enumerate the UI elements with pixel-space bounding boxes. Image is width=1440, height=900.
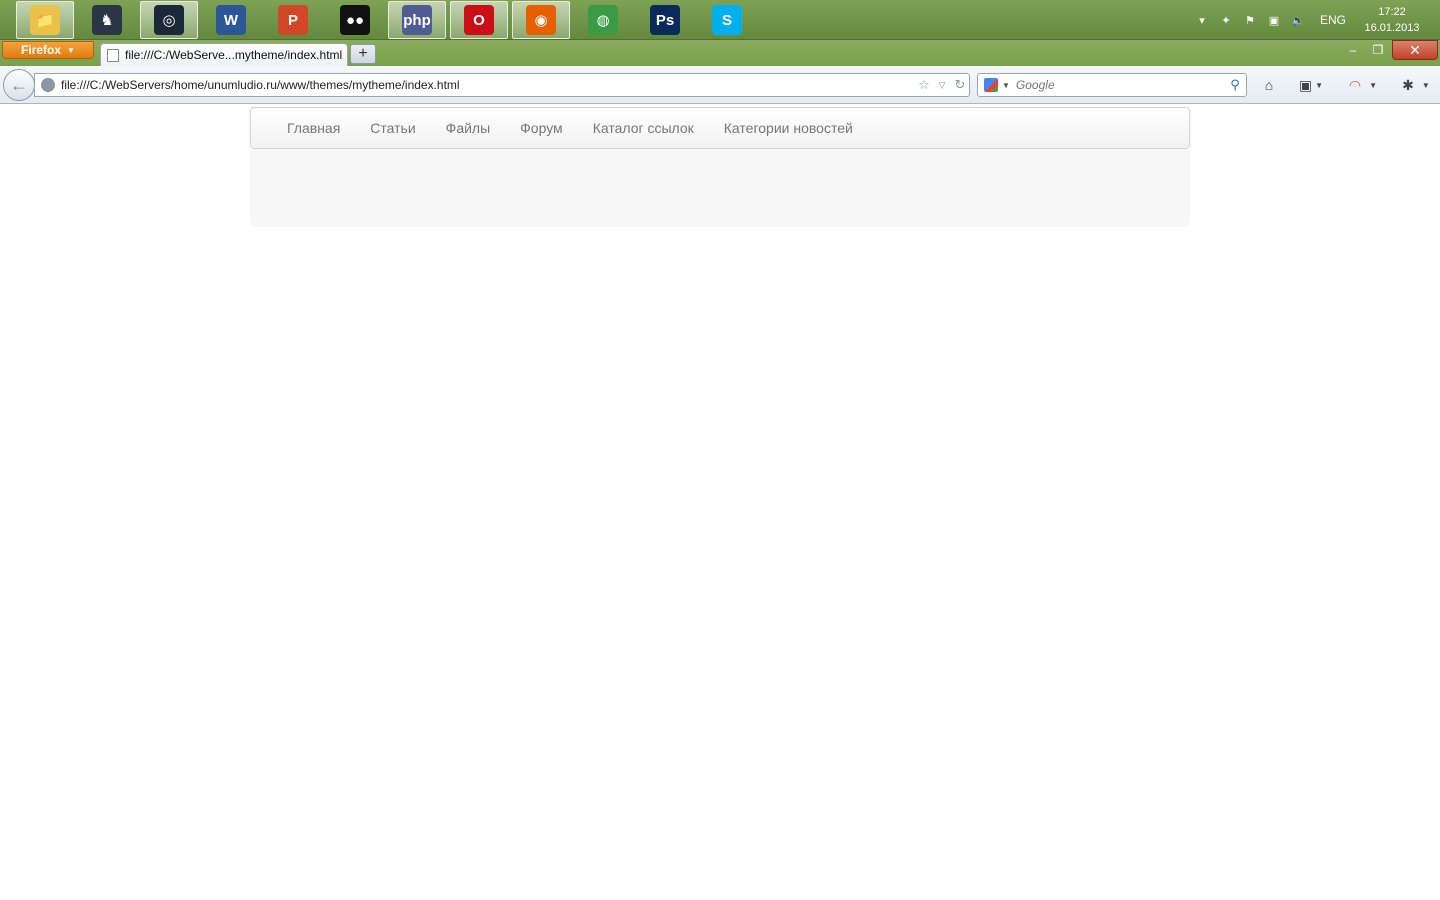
network-icon[interactable]: ▣	[1262, 10, 1286, 30]
clock-date: 16.01.2013	[1364, 22, 1420, 34]
reload-icon[interactable]: ↻	[951, 77, 969, 93]
hero-unit	[250, 149, 1190, 227]
google-search-engine-icon[interactable]	[984, 78, 998, 92]
taskbar-app-photoshop[interactable]: Ps	[636, 1, 694, 39]
photoshop-icon: Ps	[650, 5, 680, 35]
url-text[interactable]: file:///C:/WebServers/home/unumludio.ru/…	[61, 78, 915, 92]
taskbar-app-steam[interactable]: ◎	[140, 1, 198, 39]
bookmarks-menu-button[interactable]: ▣ ▼	[1294, 75, 1328, 95]
back-button[interactable]: ←	[3, 69, 35, 101]
site-nav-link-2[interactable]: Файлы	[431, 108, 505, 148]
close-button[interactable]: ✕	[1392, 40, 1438, 60]
addon-bug-button[interactable]: ✱ ▼	[1396, 75, 1436, 95]
chevron-down-icon: ▼	[67, 45, 75, 55]
taskbar-app-opera[interactable]: O	[450, 1, 508, 39]
firefox-menu-label: Firefox	[21, 43, 62, 57]
taskbar-app-php[interactable]: php	[388, 1, 446, 39]
search-input[interactable]	[1015, 78, 1224, 92]
taskbar-app-counter-strike[interactable]: ♞	[78, 1, 136, 39]
chevron-down-icon: ▼	[1315, 80, 1324, 90]
taskbar-app-word[interactable]: W	[202, 1, 260, 39]
theme-addon-button[interactable]: ◠ ▼	[1340, 75, 1386, 95]
taskbar-app-powerpoint[interactable]: P	[264, 1, 322, 39]
site-navbar: Главная Статьи Файлы Форум Каталог ссылок Кат…	[250, 107, 1190, 149]
language-indicator[interactable]: ENG	[1320, 13, 1346, 27]
taskbar-app-chrome[interactable]: ◍	[574, 1, 632, 39]
tab-strip: Firefox ▼ file:///C:/WebServe...mytheme/…	[0, 40, 1440, 66]
taskbar-app-explorer[interactable]: 📁	[16, 1, 74, 39]
action-center-icon[interactable]: ⚑	[1238, 10, 1262, 30]
page-favicon-icon	[107, 48, 119, 62]
clock-time: 17:22	[1378, 6, 1406, 18]
restore-button[interactable]: ❐	[1366, 40, 1390, 60]
search-bar[interactable]: ▼ ⚲	[977, 73, 1247, 97]
tab-title: file:///C:/WebServe...mytheme/index.html	[125, 48, 343, 62]
navigation-toolbar: file:///C:/WebServers/home/unumludio.ru/…	[0, 66, 1440, 104]
skype-icon: S	[712, 5, 742, 35]
taskbar-app-firefox[interactable]: ◉	[512, 1, 570, 39]
back-arrow-icon: ←	[10, 74, 28, 95]
web-page: Главная Статьи Файлы Форум Каталог ссылок Кат…	[0, 105, 1440, 900]
address-bar[interactable]: file:///C:/WebServers/home/unumludio.ru/…	[34, 73, 970, 97]
site-nav-link-0[interactable]: Главная	[272, 108, 355, 148]
site-nav-link-3[interactable]: Форум	[505, 108, 578, 148]
steam-icon: ◎	[154, 5, 184, 35]
new-tab-button[interactable]: +	[350, 44, 376, 64]
chevron-down-icon: ▼	[1369, 80, 1378, 90]
php-icon: php	[402, 5, 432, 35]
opera-icon: O	[464, 5, 494, 35]
taskbar-app-skype[interactable]: S	[698, 1, 756, 39]
search-magnifier-icon[interactable]: ⚲	[1224, 77, 1246, 93]
show-hidden-icons-icon[interactable]: ▾	[1190, 10, 1214, 30]
antivirus-tray-icon[interactable]: ✦	[1214, 10, 1238, 30]
home-button[interactable]: ⌂	[1258, 75, 1280, 95]
site-identity-icon[interactable]	[41, 78, 55, 92]
chrome-icon: ◍	[588, 5, 618, 35]
qip-icon: ●●	[340, 5, 370, 35]
counter-strike-icon: ♞	[92, 5, 122, 35]
chevron-down-icon: ▼	[1421, 80, 1430, 90]
windows-taskbar: 📁 ♞ ◎ W P ●● php O ◉ ◍ Ps S ▾ ✦ ⚑ ▣ 🔈 ENG 17:22 16.…	[0, 0, 1440, 40]
explorer-icon: 📁	[30, 5, 60, 35]
minimize-button[interactable]: –	[1340, 40, 1366, 60]
history-dropdown-icon[interactable]: ▽	[933, 80, 951, 91]
clock[interactable]: 17:22 16.01.2013	[1360, 4, 1424, 36]
site-nav-link-4[interactable]: Каталог ссылок	[578, 108, 709, 148]
taskbar-app-qip[interactable]: ●●	[326, 1, 384, 39]
word-icon: W	[216, 5, 246, 35]
bookmark-star-icon[interactable]: ☆	[915, 77, 933, 93]
powerpoint-icon: P	[278, 5, 308, 35]
site-nav-link-5[interactable]: Категории новостей	[709, 108, 868, 148]
firefox-menu-button[interactable]: Firefox ▼	[2, 41, 94, 59]
site-nav-link-1[interactable]: Статьи	[355, 108, 430, 148]
search-engine-dropdown-icon[interactable]: ▼	[1002, 81, 1010, 90]
volume-icon[interactable]: 🔈	[1286, 10, 1310, 30]
browser-tab[interactable]: file:///C:/WebServe...mytheme/index.html	[100, 43, 348, 66]
firefox-icon: ◉	[526, 5, 556, 35]
system-tray: ▾ ✦ ⚑ ▣ 🔈 ENG 17:22 16.01.2013	[1190, 0, 1440, 40]
